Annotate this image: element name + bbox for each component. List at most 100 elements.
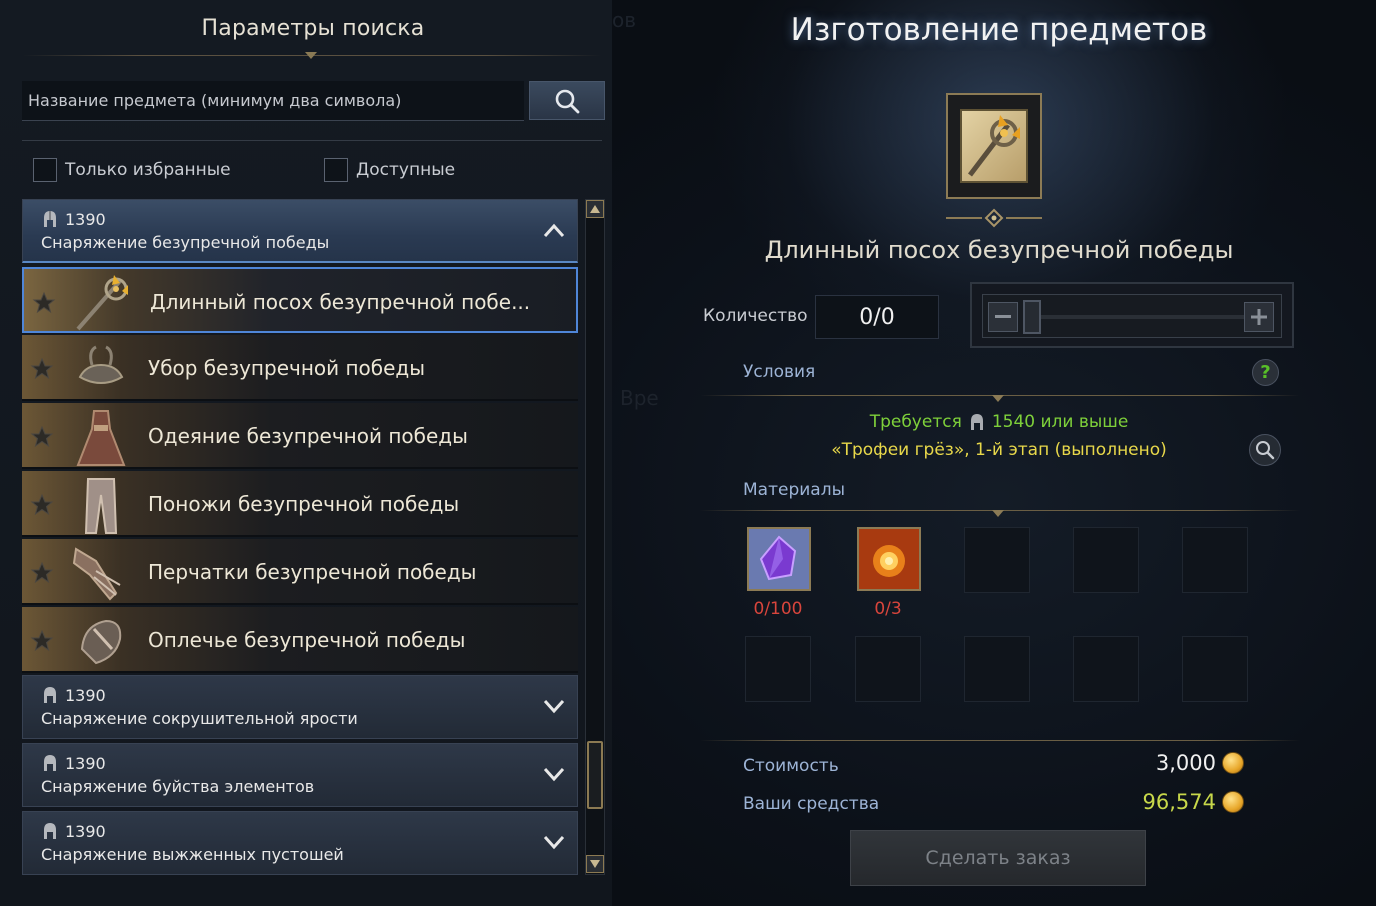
scroll-up-button[interactable] xyxy=(586,200,604,218)
divider xyxy=(22,140,602,141)
favorites-filter[interactable]: Только избранные xyxy=(33,157,231,183)
requirement-level: Требуется 1540 или выше xyxy=(612,412,1376,432)
chevron-up-icon xyxy=(543,223,565,238)
favorites-checkbox[interactable] xyxy=(33,158,57,182)
slider-track[interactable] xyxy=(1024,315,1244,319)
item-name: Оплечье безупречной победы xyxy=(148,628,466,652)
crafted-item-name: Длинный посох безупречной победы xyxy=(764,236,1234,264)
group-header-crushing-fury[interactable]: 1390 Снаряжение сокрушительной ярости xyxy=(22,675,578,739)
favorite-star-icon[interactable] xyxy=(32,291,56,315)
crafted-item-slot[interactable] xyxy=(946,93,1042,199)
place-order-button[interactable]: Сделать заказ xyxy=(850,830,1146,886)
gold-coin-icon xyxy=(1222,791,1244,813)
gold-coin-icon xyxy=(1222,752,1244,774)
quantity-slider xyxy=(970,282,1294,348)
crafted-item-image xyxy=(960,109,1028,183)
material-slot-empty xyxy=(964,527,1030,593)
item-search-input[interactable] xyxy=(22,81,524,121)
material-slot-empty xyxy=(745,636,811,702)
fire-orb-icon xyxy=(859,529,919,589)
group-name: Снаряжение буйства элементов xyxy=(41,777,315,796)
staff-icon xyxy=(968,115,1020,177)
helmet-icon xyxy=(44,211,56,227)
material-slot-1[interactable] xyxy=(747,527,811,591)
favorite-star-icon[interactable] xyxy=(30,561,54,585)
list-item-long-staff[interactable]: Длинный посох безупречной побе... xyxy=(22,267,578,333)
plus-icon xyxy=(1251,309,1267,325)
available-filter[interactable]: Доступные xyxy=(324,157,455,183)
material-slot-empty xyxy=(1073,636,1139,702)
list-item-leggings[interactable]: Поножи безупречной победы xyxy=(22,471,578,537)
help-icon[interactable]: ? xyxy=(1252,359,1279,386)
helmet-icon xyxy=(44,687,56,703)
available-checkbox[interactable] xyxy=(324,158,348,182)
quantity-field[interactable]: 0/0 xyxy=(815,295,939,339)
favorite-star-icon[interactable] xyxy=(30,425,54,449)
cost-amount: 3,000 xyxy=(1155,751,1216,775)
scroll-down-button[interactable] xyxy=(586,855,604,873)
staff-icon xyxy=(76,275,128,331)
slider-handle[interactable] xyxy=(1023,300,1041,334)
material-count-2: 0/3 xyxy=(874,599,902,619)
available-filter-label: Доступные xyxy=(356,160,456,180)
group-level-value: 1390 xyxy=(65,753,106,773)
ornament-divider xyxy=(946,208,1042,228)
materials-label: Материалы xyxy=(743,480,845,500)
list-item-shoulders[interactable]: Оплечье безупречной победы xyxy=(22,607,578,673)
requirement-level-value: 1540 или выше xyxy=(991,412,1129,432)
conditions-label: Условия xyxy=(743,362,816,382)
list-item-robe[interactable]: Одеяние безупречной победы xyxy=(22,403,578,469)
helmet-icon xyxy=(970,414,983,430)
headgear-icon xyxy=(78,345,124,385)
favorite-star-icon[interactable] xyxy=(30,629,54,653)
group-name: Снаряжение выжженных пустошей xyxy=(41,845,344,864)
funds-label: Ваши средства xyxy=(743,794,880,814)
robe-icon xyxy=(76,410,126,466)
group-level-value: 1390 xyxy=(65,821,106,841)
group-header-scorched-wastes[interactable]: 1390 Снаряжение выжженных пустошей xyxy=(22,811,578,875)
item-name: Одеяние безупречной победы xyxy=(148,424,468,448)
item-name: Поножи безупречной победы xyxy=(148,492,460,516)
item-name: Убор безупречной победы xyxy=(148,356,426,380)
group-level-value: 1390 xyxy=(65,685,106,705)
search-icon xyxy=(555,89,580,113)
arrow-up-icon xyxy=(590,205,600,213)
leggings-icon xyxy=(84,478,118,534)
funds-amount: 96,574 xyxy=(1142,790,1216,814)
crafting-panel: Изготов Вре Изготовление предметов Длинн… xyxy=(612,0,1376,906)
requirement-prefix: Требуется xyxy=(869,412,962,432)
list-item-gloves[interactable]: Перчатки безупречной победы xyxy=(22,539,578,605)
group-header-elemental-frenzy[interactable]: 1390 Снаряжение буйства элементов xyxy=(22,743,578,807)
funds-value: 96,574 xyxy=(1143,790,1244,814)
item-name: Длинный посох безупречной побе... xyxy=(150,290,531,314)
decrease-button[interactable] xyxy=(988,302,1018,332)
material-slot-empty xyxy=(964,636,1030,702)
material-slot-empty xyxy=(1182,527,1248,593)
scroll-thumb[interactable] xyxy=(587,741,603,809)
group-level: 1390 xyxy=(41,753,106,773)
chevron-down-icon xyxy=(543,699,565,714)
group-level: 1390 xyxy=(41,821,106,841)
background-ghost-text: Вре xyxy=(620,386,659,410)
search-panel-title: Параметры поиска xyxy=(201,16,425,41)
search-panel: Параметры поиска Только избранные Доступ… xyxy=(0,0,612,906)
title-caret-icon xyxy=(305,52,317,60)
favorite-star-icon[interactable] xyxy=(30,493,54,517)
list-item-headgear[interactable]: Убор безупречной победы xyxy=(22,335,578,401)
cost-divider xyxy=(700,740,1300,741)
group-level-value: 1390 xyxy=(65,209,106,229)
cost-label: Стоимость xyxy=(743,756,839,776)
favorites-filter-label: Только избранные xyxy=(65,160,231,180)
material-slot-2[interactable] xyxy=(857,527,921,591)
material-slot-empty xyxy=(855,636,921,702)
group-name: Снаряжение безупречной победы xyxy=(41,233,330,252)
material-slot-empty xyxy=(1182,636,1248,702)
requirement-search-button[interactable] xyxy=(1249,434,1281,466)
crafting-title: Изготовление предметов xyxy=(790,12,1208,48)
favorite-star-icon[interactable] xyxy=(30,357,54,381)
increase-button[interactable] xyxy=(1244,302,1274,332)
search-button[interactable] xyxy=(529,81,605,120)
material-slot-empty xyxy=(1073,527,1139,593)
helmet-icon xyxy=(44,755,56,771)
group-header-flawless-victory[interactable]: 1390 Снаряжение безупречной победы xyxy=(22,199,578,263)
